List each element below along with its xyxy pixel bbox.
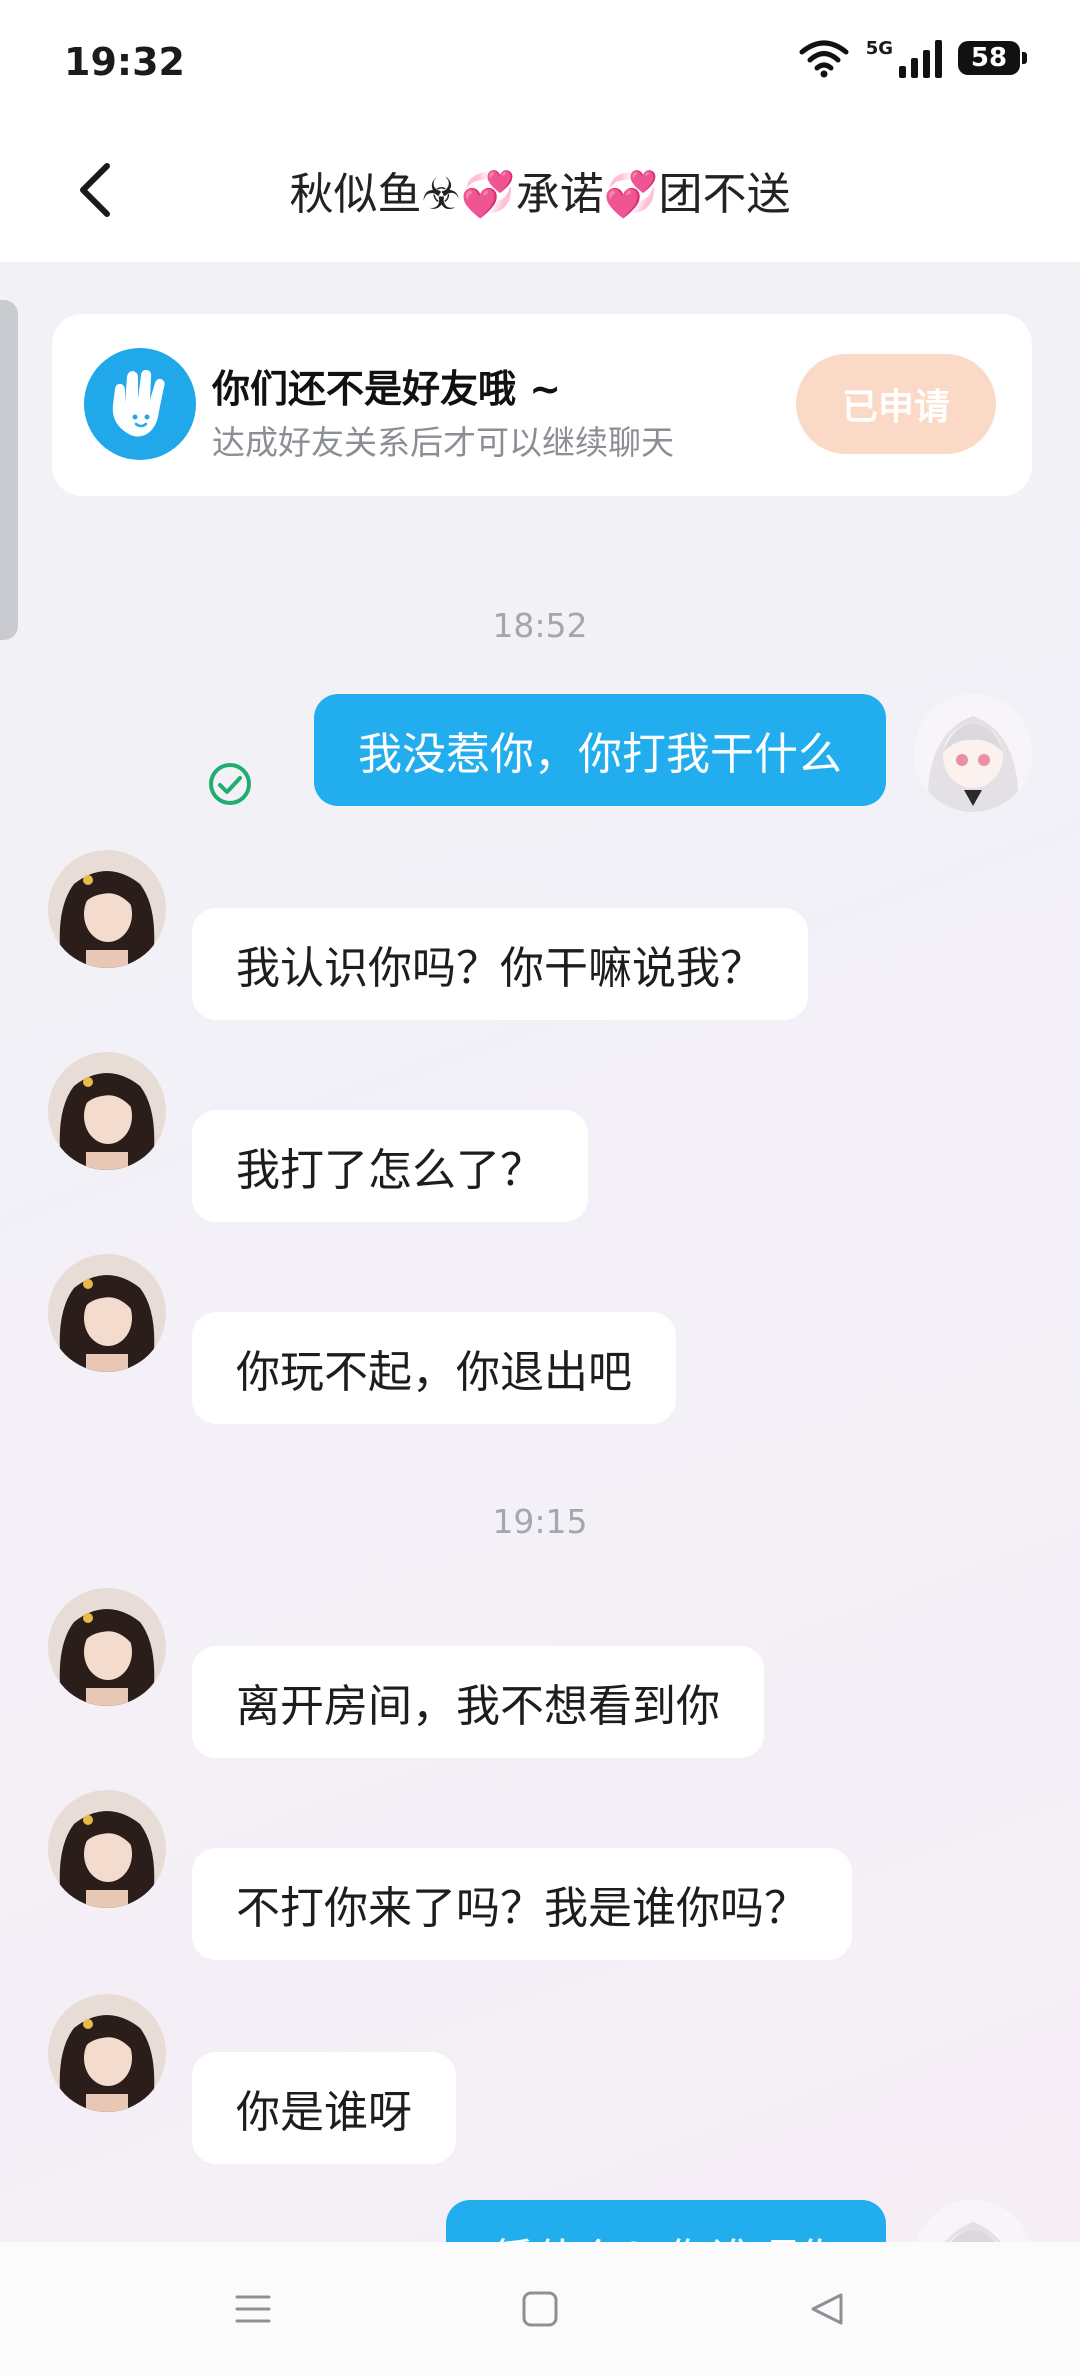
contact-avatar[interactable]	[48, 1052, 166, 1170]
back-button[interactable]	[60, 150, 130, 230]
chevron-left-icon	[80, 163, 110, 217]
home-square-icon	[522, 2291, 558, 2327]
system-nav-bar	[0, 2242, 1080, 2376]
applied-button[interactable]: 已申请	[796, 354, 996, 454]
contact-avatar[interactable]	[48, 1254, 166, 1372]
incoming-message[interactable]: 不打你来了吗？我是谁你吗？	[192, 1848, 852, 1960]
nav-back-button[interactable]	[787, 2269, 867, 2349]
friend-request-banner: 你们还不是好友哦 ~ 达成好友关系后才可以继续聊天 已申请	[52, 314, 1032, 496]
status-icons: 5G 58	[798, 38, 1027, 78]
banner-title: 你们还不是好友哦 ~	[212, 367, 562, 411]
incoming-message[interactable]: 离开房间，我不想看到你	[192, 1646, 764, 1758]
incoming-message[interactable]: 我认识你吗？你干嘛说我？	[192, 908, 808, 1020]
read-check-icon	[209, 763, 251, 805]
back-triangle-icon	[811, 2293, 843, 2325]
incoming-message[interactable]: 你是谁呀	[192, 2052, 456, 2164]
my-avatar[interactable]	[914, 694, 1032, 812]
network-type: 5G	[865, 38, 893, 59]
status-time: 19:32	[64, 40, 185, 84]
chat-header: 秋似鱼☣💞承诺💞团不送	[0, 120, 1080, 262]
chat-title: 秋似鱼☣💞承诺💞团不送	[289, 169, 791, 220]
status-bar: 19:32 5G 58	[0, 0, 1080, 120]
timestamp: 19:15	[492, 1502, 588, 1541]
banner-subtitle: 达成好友关系后才可以继续聊天	[212, 423, 674, 462]
contact-avatar[interactable]	[48, 850, 166, 968]
contact-avatar[interactable]	[48, 1588, 166, 1706]
menu-button[interactable]	[213, 2269, 293, 2349]
scroll-indicator[interactable]	[0, 300, 18, 640]
home-button[interactable]	[500, 2269, 580, 2349]
contact-avatar[interactable]	[48, 1790, 166, 1908]
wifi-icon	[799, 40, 849, 78]
incoming-message[interactable]: 你玩不起，你退出吧	[192, 1312, 676, 1424]
battery-icon: 58	[958, 41, 1027, 75]
timestamp: 18:52	[492, 606, 588, 645]
battery-level: 58	[970, 43, 1008, 73]
incoming-message[interactable]: 我打了怎么了？	[192, 1110, 588, 1222]
waving-hand-icon	[84, 348, 196, 460]
signal-icon	[899, 38, 942, 78]
contact-avatar[interactable]	[48, 1994, 166, 2112]
menu-icon	[235, 2295, 271, 2323]
outgoing-message[interactable]: 我没惹你，你打我干什么	[314, 694, 886, 806]
